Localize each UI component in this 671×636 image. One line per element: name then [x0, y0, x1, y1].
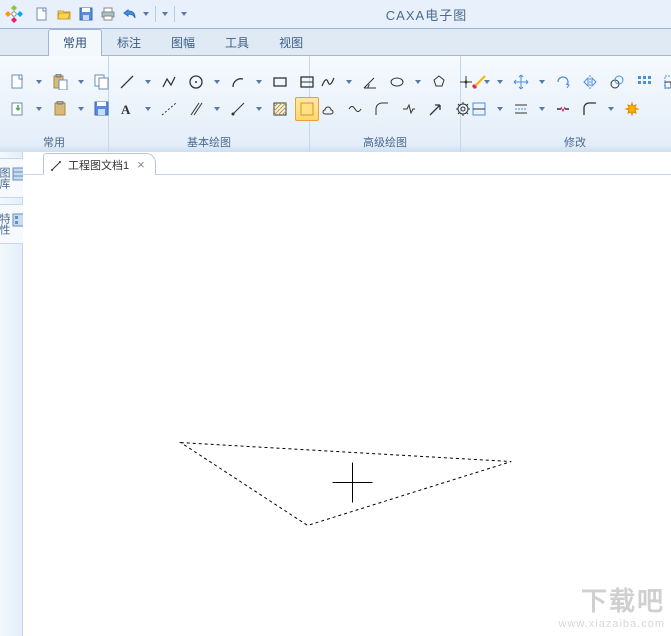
copy-icon[interactable] [90, 70, 114, 94]
wave-icon[interactable] [343, 97, 367, 121]
rectangle-icon[interactable] [268, 70, 292, 94]
work-area: 图库 特性 工程图文档1 × [0, 152, 671, 636]
crosshair-cursor [333, 463, 373, 503]
scale-icon[interactable] [659, 70, 671, 94]
cloud-icon[interactable] [316, 97, 340, 121]
hatch-icon[interactable] [268, 97, 292, 121]
canvas-svg [23, 175, 671, 636]
tab-frame[interactable]: 图幅 [156, 29, 210, 56]
triangle-shape [181, 443, 511, 526]
spline-icon[interactable] [316, 70, 340, 94]
clipboard-icon[interactable] [48, 97, 72, 121]
app-logo[interactable] [0, 0, 28, 28]
new-icon[interactable] [32, 4, 52, 24]
circle-dropdown[interactable] [211, 70, 223, 94]
ribbon-group-label: 基本绘图 [109, 134, 309, 152]
qat-separator [174, 6, 175, 22]
ribbon-group-label: 常用 [0, 134, 108, 152]
extend-icon[interactable] [509, 97, 533, 121]
explode-icon[interactable] [620, 97, 644, 121]
document-area: 工程图文档1 × 下载吧 www.xiazaiba.com [23, 152, 671, 636]
move-icon[interactable] [509, 70, 533, 94]
sidetab-label: 图库 [0, 167, 10, 189]
document-icon [50, 159, 62, 171]
ellipse-icon[interactable] [385, 70, 409, 94]
trim-icon[interactable] [467, 97, 491, 121]
ribbon-group-label: 修改 [461, 134, 671, 152]
circle-icon[interactable] [184, 70, 208, 94]
polygon-icon[interactable] [427, 70, 451, 94]
trim-dropdown[interactable] [494, 97, 506, 121]
break-line-icon[interactable] [397, 97, 421, 121]
sidetab-label: 特性 [0, 213, 10, 235]
qat-separator [155, 6, 156, 22]
document-tab-bar: 工程图文档1 × [23, 152, 671, 175]
array-icon[interactable] [632, 70, 656, 94]
erase-icon[interactable] [467, 70, 491, 94]
erase-dropdown[interactable] [494, 70, 506, 94]
import-dropdown[interactable] [33, 97, 45, 121]
side-panel: 图库 特性 [0, 152, 23, 636]
fillet-icon[interactable] [578, 97, 602, 121]
paste-icon[interactable] [48, 70, 72, 94]
spline-dropdown[interactable] [343, 70, 355, 94]
line-icon[interactable] [115, 70, 139, 94]
tab-tools[interactable]: 工具 [210, 29, 264, 56]
drawing-canvas[interactable]: 下载吧 www.xiazaiba.com [23, 175, 671, 636]
qat-customize-dropdown[interactable] [180, 5, 188, 23]
extend-dropdown[interactable] [536, 97, 548, 121]
arrow-icon[interactable] [424, 97, 448, 121]
undo-icon[interactable] [120, 4, 140, 24]
save-icon[interactable] [76, 4, 96, 24]
open-icon[interactable] [54, 4, 74, 24]
fillet-curve-icon[interactable] [370, 97, 394, 121]
svg-text:A: A [121, 102, 131, 117]
ray-icon[interactable] [226, 97, 250, 121]
ellipse-dropdown[interactable] [412, 70, 424, 94]
fillet-dropdown[interactable] [605, 97, 617, 121]
undo-dropdown[interactable] [142, 5, 150, 23]
document-tab[interactable]: 工程图文档1 × [43, 153, 156, 175]
import-icon[interactable] [6, 97, 30, 121]
paste-dropdown[interactable] [75, 70, 87, 94]
new-doc-icon[interactable] [6, 70, 30, 94]
text-dropdown[interactable] [142, 97, 154, 121]
close-icon[interactable]: × [135, 157, 147, 172]
clipboard-dropdown[interactable] [75, 97, 87, 121]
ray-dropdown[interactable] [253, 97, 265, 121]
line-dropdown[interactable] [142, 70, 154, 94]
save-as-icon[interactable] [90, 97, 114, 121]
angle-icon[interactable] [358, 70, 382, 94]
tab-annotate[interactable]: 标注 [102, 29, 156, 56]
ribbon-tab-strip: 常用 标注 图幅 工具 视图 [0, 29, 671, 56]
document-tab-label: 工程图文档1 [68, 157, 129, 173]
ribbon-group-label: 高级绘图 [310, 134, 460, 152]
ribbon-group-advanced-draw: 高级绘图 [310, 56, 461, 152]
redo-dropdown[interactable] [161, 5, 169, 23]
parallel-icon[interactable] [184, 97, 208, 121]
app-title: CAXA电子图 [192, 5, 671, 24]
title-bar: CAXA电子图 [0, 0, 671, 29]
ribbon-group-modify: 修改 [461, 56, 671, 152]
text-icon[interactable]: A [115, 97, 139, 121]
move-dropdown[interactable] [536, 70, 548, 94]
quick-access-toolbar [28, 4, 192, 24]
break-icon[interactable] [551, 97, 575, 121]
rotate-icon[interactable] [551, 70, 575, 94]
ribbon: 常用 A 基本绘图 [0, 56, 671, 153]
ribbon-group-basic-draw: A 基本绘图 [109, 56, 310, 152]
arc-icon[interactable] [226, 70, 250, 94]
mirror-icon[interactable] [578, 70, 602, 94]
ribbon-group-common: 常用 [0, 56, 109, 152]
construction-line-icon[interactable] [157, 97, 181, 121]
arc-dropdown[interactable] [253, 70, 265, 94]
tab-view[interactable]: 视图 [264, 29, 318, 56]
parallel-dropdown[interactable] [211, 97, 223, 121]
new-doc-dropdown[interactable] [33, 70, 45, 94]
offset-icon[interactable] [605, 70, 629, 94]
print-icon[interactable] [98, 4, 118, 24]
polyline-icon[interactable] [157, 70, 181, 94]
tab-common[interactable]: 常用 [48, 29, 102, 56]
